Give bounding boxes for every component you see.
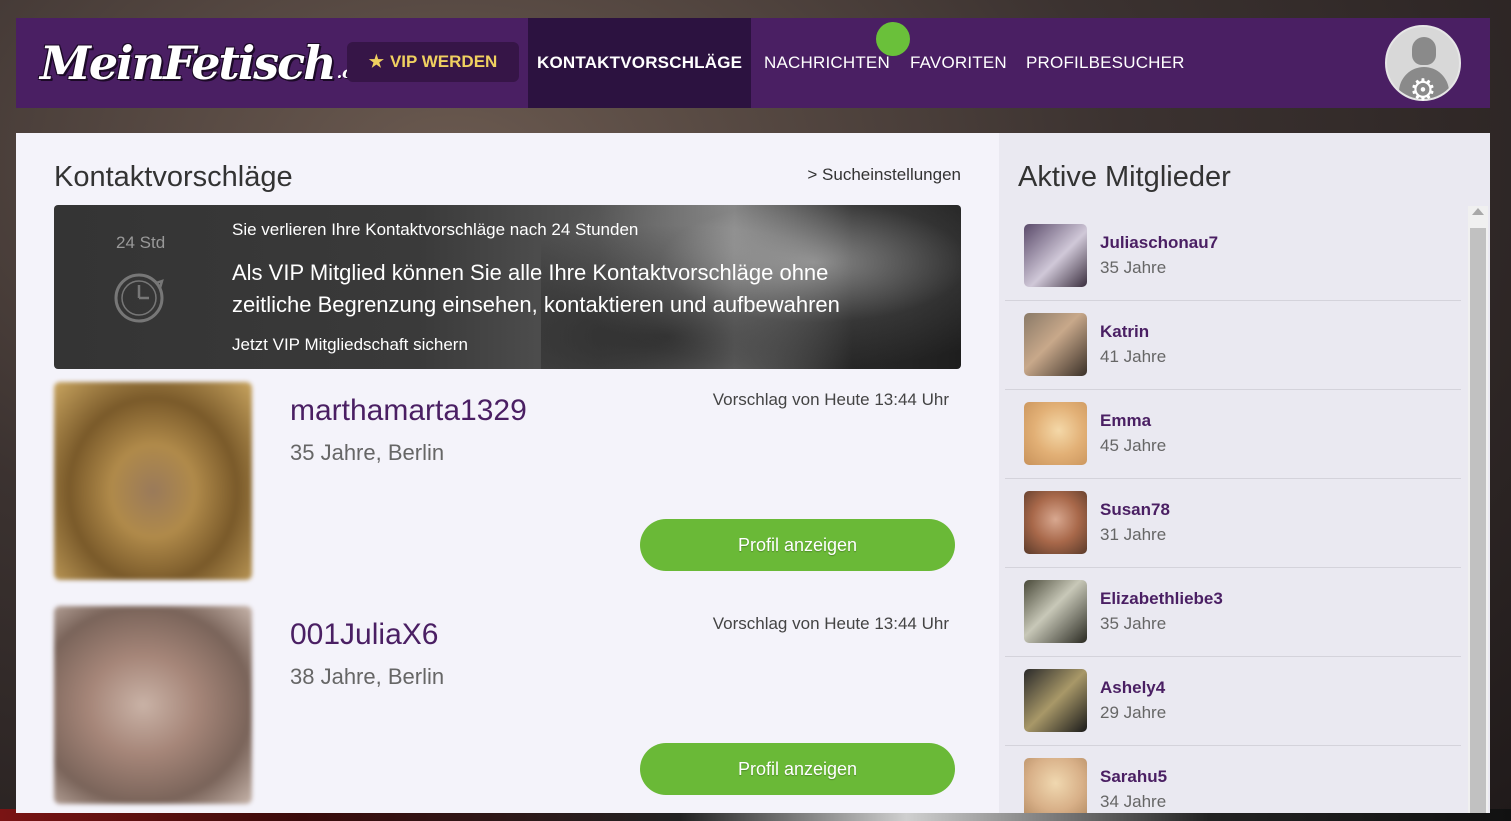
- sidebar-scrollbar[interactable]: [1468, 206, 1488, 813]
- profile-name[interactable]: 001JuliaX6: [290, 618, 438, 652]
- search-settings-link[interactable]: > Sucheinstellungen: [807, 165, 961, 185]
- gear-icon[interactable]: ⚙: [1406, 74, 1440, 108]
- banner-cta-link[interactable]: Jetzt VIP Mitgliedschaft sichern: [232, 335, 468, 355]
- member-age: 29 Jahre: [1100, 703, 1167, 722]
- member-photo: [1024, 402, 1087, 465]
- top-navigation-bar: MeinFetisch .com ★ VIP WERDEN KONTAKTVOR…: [16, 18, 1490, 108]
- nav-nachrichten[interactable]: NACHRICHTEN: [764, 18, 890, 108]
- clock-icon: [114, 273, 164, 323]
- member-photo: [1024, 313, 1087, 376]
- member-item[interactable]: Emma 45 Jahre: [1005, 390, 1461, 479]
- member-age: 34 Jahre: [1100, 792, 1167, 811]
- active-members-sidebar: Aktive Mitglieder Juliaschonau7 35 Jahre…: [999, 133, 1490, 813]
- member-name: Ashely4: [1100, 678, 1166, 697]
- nav-kontaktvorschlaege[interactable]: KONTAKTVORSCHLÄGE: [528, 18, 752, 108]
- suggestion-time: Vorschlag von Heute 13:44 Uhr: [712, 390, 949, 409]
- logo-text: MeinFetisch: [40, 36, 337, 90]
- member-name: Juliaschonau7: [1100, 233, 1219, 252]
- nav-label: KONTAKTVORSCHLÄGE: [537, 53, 743, 72]
- member-photo: [1024, 758, 1087, 813]
- member-name: Elizabethliebe3: [1100, 589, 1223, 608]
- vip-button-label: VIP WERDEN: [389, 52, 498, 71]
- site-logo[interactable]: MeinFetisch .com: [40, 28, 380, 98]
- member-age: 35 Jahre: [1100, 614, 1167, 633]
- member-item[interactable]: Susan78 31 Jahre: [1005, 479, 1461, 568]
- scroll-up-arrow-icon[interactable]: [1472, 208, 1484, 215]
- banner-notice: Sie verlieren Ihre Kontaktvorschläge nac…: [232, 220, 639, 239]
- member-photo: [1024, 224, 1087, 287]
- member-item[interactable]: Ashely4 29 Jahre: [1005, 657, 1461, 746]
- member-name: Emma: [1100, 411, 1152, 430]
- nav-label: FAVORITEN: [910, 53, 1007, 72]
- nav-profilbesucher[interactable]: PROFILBESUCHER: [1026, 18, 1185, 108]
- member-list: Juliaschonau7 35 Jahre Katrin 41 Jahre E…: [1005, 212, 1461, 813]
- member-item[interactable]: Elizabethliebe3 35 Jahre: [1005, 568, 1461, 657]
- member-name: Sarahu5: [1100, 767, 1168, 786]
- main-panel: Kontaktvorschläge > Sucheinstellungen 24…: [16, 133, 999, 813]
- scroll-thumb[interactable]: [1470, 228, 1486, 813]
- vip-banner[interactable]: 24 Std Sie verlieren Ihre Kontaktvorschl…: [54, 205, 961, 369]
- profile-name[interactable]: marthamarta1329: [290, 394, 527, 428]
- suggestion-card: marthamarta1329 35 Jahre, Berlin Vorschl…: [54, 382, 961, 582]
- member-item[interactable]: Juliaschonau7 35 Jahre: [1005, 212, 1461, 301]
- banner-headline: Als VIP Mitglied können Sie alle Ihre Ko…: [232, 260, 840, 317]
- member-age: 41 Jahre: [1100, 347, 1167, 366]
- nav-label: PROFILBESUCHER: [1026, 53, 1185, 72]
- profile-photo[interactable]: [54, 606, 252, 804]
- suggestion-time: Vorschlag von Heute 13:44 Uhr: [712, 614, 949, 633]
- member-age: 35 Jahre: [1100, 258, 1167, 277]
- member-photo: [1024, 491, 1087, 554]
- profile-photo[interactable]: [54, 382, 252, 580]
- member-age: 45 Jahre: [1100, 436, 1167, 455]
- vip-button[interactable]: ★ VIP WERDEN: [347, 42, 519, 82]
- page-title: Kontaktvorschläge: [54, 161, 293, 193]
- avatar-placeholder-head: [1412, 37, 1436, 65]
- suggestion-card: 001JuliaX6 38 Jahre, Berlin Vorschlag vo…: [54, 606, 961, 806]
- view-profile-button[interactable]: Profil anzeigen: [640, 519, 955, 571]
- member-age: 31 Jahre: [1100, 525, 1167, 544]
- member-photo: [1024, 669, 1087, 732]
- member-name: Susan78: [1100, 500, 1170, 519]
- member-item[interactable]: Katrin 41 Jahre: [1005, 301, 1461, 390]
- profile-info: 35 Jahre, Berlin: [290, 440, 445, 465]
- sidebar-title: Aktive Mitglieder: [1018, 161, 1231, 193]
- timer-label: 24 Std: [116, 233, 166, 252]
- star-icon: ★: [368, 52, 384, 71]
- member-item[interactable]: Sarahu5 34 Jahre: [1005, 746, 1461, 813]
- member-name: Katrin: [1100, 322, 1150, 341]
- notification-dot: [876, 22, 910, 56]
- view-profile-button[interactable]: Profil anzeigen: [640, 743, 955, 795]
- nav-label: NACHRICHTEN: [764, 53, 890, 72]
- nav-favoriten[interactable]: FAVORITEN: [910, 18, 1007, 108]
- profile-info: 38 Jahre, Berlin: [290, 664, 445, 689]
- member-photo: [1024, 580, 1087, 643]
